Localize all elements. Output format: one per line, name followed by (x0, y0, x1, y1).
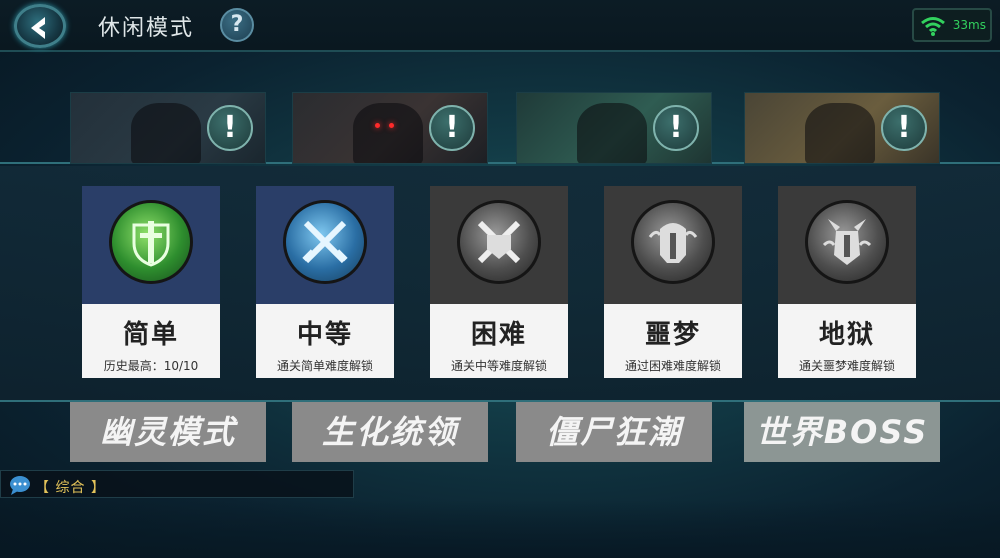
red-eye (389, 123, 394, 128)
difficulty-card-nightmare[interactable]: 噩梦 通过困难难度解锁 (604, 186, 742, 378)
card-info: 困难 通关中等难度解锁 (430, 304, 568, 378)
card-icon-area (778, 186, 916, 304)
green-sword-shield-icon (109, 200, 193, 284)
alert-icon[interactable]: ! (881, 105, 927, 151)
zombie-silhouette (577, 103, 647, 163)
help-button[interactable]: ? (220, 8, 254, 42)
mutant-silhouette (353, 103, 423, 163)
difficulty-card-hell[interactable]: 地狱 通关噩梦难度解锁 (778, 186, 916, 378)
top-bar: 休闲模式 ? 33ms (0, 0, 1000, 52)
difficulty-card-hard[interactable]: 困难 通关中等难度解锁 (430, 186, 568, 378)
mode-thumb-boss[interactable]: ! (744, 92, 940, 164)
red-eye (375, 123, 380, 128)
page-title: 休闲模式 (98, 16, 195, 41)
mode-tab-ghost[interactable]: 幽灵模式 (70, 402, 266, 462)
boss-silhouette (805, 103, 875, 163)
demon-helmet-icon (805, 200, 889, 284)
card-info: 简单 历史最高：10/10 (82, 304, 220, 378)
difficulty-name: 困难 (470, 320, 527, 350)
difficulty-name: 地狱 (818, 320, 875, 350)
network-status: 33ms (912, 8, 992, 42)
mode-tab-zombie[interactable]: 僵尸狂潮 (516, 402, 712, 462)
card-icon-area (604, 186, 742, 304)
difficulty-name: 噩梦 (644, 320, 701, 350)
card-info: 地狱 通关噩梦难度解锁 (778, 304, 916, 378)
wifi-icon (921, 17, 945, 36)
card-icon-area (82, 186, 220, 304)
mode-thumb-bio[interactable]: ! (292, 92, 488, 164)
ghost-silhouette (131, 103, 201, 163)
difficulty-subtext: 通关简单难度解锁 (276, 359, 373, 373)
mode-thumbnail-strip: ! ! ! ! (0, 80, 1000, 164)
difficulty-subtext: 通过困难难度解锁 (624, 359, 721, 373)
alert-icon[interactable]: ! (207, 105, 253, 151)
difficulty-card-normal[interactable]: 中等 通关简单难度解锁 (256, 186, 394, 378)
ping-value: 33ms (952, 18, 986, 32)
card-icon-area (256, 186, 394, 304)
alert-icon[interactable]: ! (429, 105, 475, 151)
crossed-swords-icon (283, 200, 367, 284)
chat-bar[interactable]: 【 综合 】 (0, 470, 354, 498)
card-info: 中等 通关简单难度解锁 (256, 304, 394, 378)
mode-tab-bio[interactable]: 生化统领 (292, 402, 488, 462)
difficulty-panel: 简单 历史最高：10/10 中等 通关简单难度解锁 困难 通关中等难度解锁 噩梦… (0, 166, 1000, 402)
difficulty-subtext: 历史最高：10/10 (103, 359, 199, 373)
mode-thumb-ghost[interactable]: ! (70, 92, 266, 164)
chat-bubble-icon (10, 476, 30, 495)
difficulty-name: 中等 (296, 320, 353, 350)
crossed-swords-skull-icon (457, 200, 541, 284)
bottom-fade (0, 500, 1000, 558)
helmet-icon (631, 200, 715, 284)
mode-thumb-zombie[interactable]: ! (516, 92, 712, 164)
difficulty-subtext: 通关中等难度解锁 (450, 359, 547, 373)
difficulty-subtext: 通关噩梦难度解锁 (798, 359, 895, 373)
difficulty-card-easy[interactable]: 简单 历史最高：10/10 (82, 186, 220, 378)
chat-channel-label: 【 综合 】 (35, 480, 106, 496)
card-info: 噩梦 通过困难难度解锁 (604, 304, 742, 378)
back-arrow-icon (31, 17, 45, 39)
card-icon-area (430, 186, 568, 304)
mode-label-row: 幽灵模式 生化统领 僵尸狂潮 世界BOSS (0, 402, 1000, 464)
back-button[interactable] (14, 4, 66, 48)
mode-tab-world-boss[interactable]: 世界BOSS (744, 402, 940, 462)
difficulty-name: 简单 (122, 320, 179, 350)
alert-icon[interactable]: ! (653, 105, 699, 151)
